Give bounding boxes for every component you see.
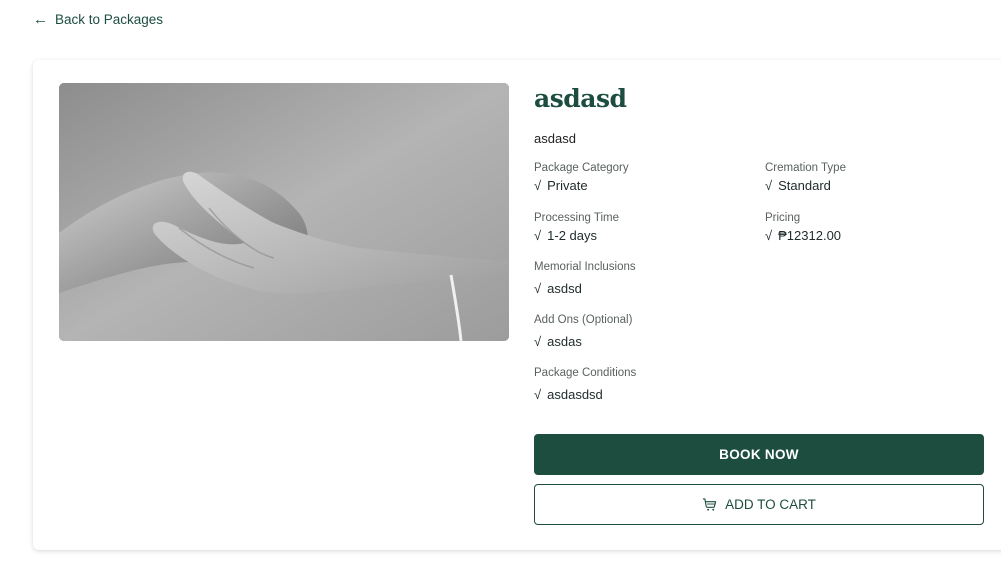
package-detail-card: asdasd asdasd Package Category √ Private … [33, 60, 1001, 550]
field-label: Memorial Inclusions [534, 261, 636, 273]
package-details: asdasd asdasd Package Category √ Private … [534, 82, 984, 402]
conditions-value: asdasdsd [547, 387, 603, 402]
addons-value: asdas [547, 334, 582, 349]
check-icon: √ [534, 387, 542, 402]
processing-value: 1-2 days [547, 228, 598, 243]
field-label: Package Conditions [534, 367, 637, 379]
package-image [59, 83, 509, 341]
field-value: √ asdasdsd [534, 387, 636, 403]
field-label: Add Ons (Optional) [534, 314, 633, 326]
field-value: √ 1-2 days [534, 228, 619, 244]
check-icon: √ [534, 228, 542, 243]
field-package-category: Package Category √ Private [534, 161, 629, 194]
package-title: asdasd [534, 84, 627, 113]
field-value: √ asdas [534, 334, 632, 350]
memorial-value: asdsd [547, 281, 582, 296]
check-icon: √ [534, 178, 542, 193]
field-processing-time: Processing Time √ 1-2 days [534, 211, 619, 244]
check-icon: √ [534, 281, 542, 296]
back-link-label: Back to Packages [55, 12, 164, 27]
book-now-button[interactable]: BOOK NOW [534, 434, 984, 475]
add-to-cart-button[interactable]: ADD TO CART [534, 484, 984, 525]
arrow-left-icon: ← [33, 11, 48, 28]
field-pricing: Pricing √ ₱12312.00 [765, 211, 841, 244]
check-icon: √ [765, 228, 773, 243]
field-memorial-inclusions: Memorial Inclusions √ asdsd [534, 260, 636, 297]
check-icon: √ [765, 178, 773, 193]
field-cremation-type: Cremation Type √ Standard [765, 161, 846, 194]
package-description: asdasd [534, 131, 576, 146]
category-value: Private [547, 178, 588, 193]
field-add-ons: Add Ons (Optional) √ asdas [534, 313, 632, 350]
field-value: √ asdsd [534, 281, 636, 297]
cremation-value: Standard [778, 178, 831, 193]
check-icon: √ [534, 334, 542, 349]
field-label: Package Category [534, 162, 629, 174]
field-value: √ ₱12312.00 [765, 228, 841, 244]
field-value: √ Standard [765, 178, 846, 194]
shopping-cart-icon [703, 498, 717, 511]
field-value: √ Private [534, 178, 629, 194]
hand-holding-paw-photo [59, 83, 509, 341]
add-to-cart-label: ADD TO CART [725, 497, 816, 512]
field-label: Cremation Type [765, 162, 846, 174]
field-label: Processing Time [534, 212, 620, 224]
field-label: Pricing [765, 212, 801, 224]
field-package-conditions: Package Conditions √ asdasdsd [534, 366, 636, 403]
pricing-value: ₱12312.00 [778, 228, 842, 243]
back-to-packages-link[interactable]: ← Back to Packages [33, 12, 163, 27]
